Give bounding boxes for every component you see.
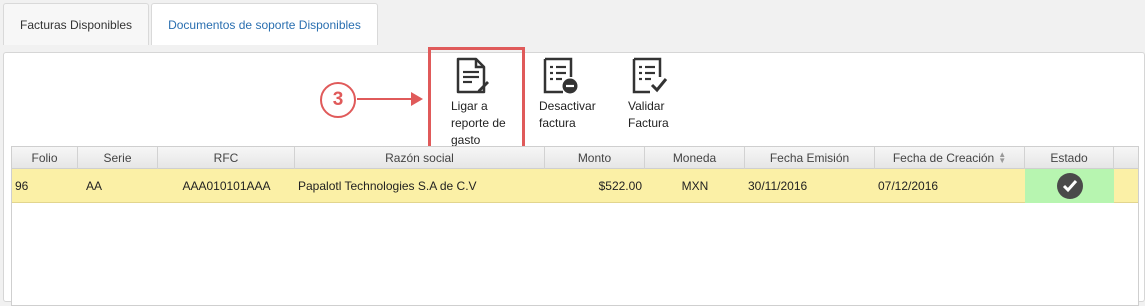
tab-documentos-soporte[interactable]: Documentos de soporte Disponibles [151,3,378,45]
cell-fecha-creacion: 07/12/2016 [878,179,939,193]
column-header-folio[interactable]: Folio [12,147,78,169]
column-header-estado[interactable]: Estado [1025,147,1114,169]
cell-serie: AA [86,179,103,193]
step-badge: 3 [320,82,356,118]
cell-estado [1025,169,1114,203]
cell-moneda: MXN [681,179,709,193]
annotation-arrow-line [357,98,415,100]
column-header-serie[interactable]: Serie [78,147,158,169]
link-report-label-1: Ligar a [451,99,488,113]
cell-folio: 96 [15,179,29,193]
tab-bar: Facturas Disponibles Documentos de sopor… [3,3,380,45]
column-header-razon-social[interactable]: Razón social [295,147,545,169]
table-row[interactable]: 96 AA AAA010101AAA Papalotl Technologies… [12,169,1138,203]
tab-facturas-disponibles[interactable]: Facturas Disponibles [3,3,150,45]
column-header-fecha-emision[interactable]: Fecha Emisión [745,147,875,169]
column-header-rfc[interactable]: RFC [158,147,295,169]
document-minus-icon [541,57,596,95]
link-report-label-2: reporte de [451,116,506,130]
link-to-expense-report-button[interactable]: Ligar a reporte de gasto [451,57,506,149]
column-header-moneda[interactable]: Moneda [645,147,745,169]
annotation-arrow-head [411,92,423,106]
deactivate-label-2: factura [539,116,576,130]
sort-icon: ▲ ▼ [998,150,1007,165]
column-header-monto[interactable]: Monto [545,147,645,169]
cell-fecha-emision: 30/11/2016 [748,179,808,193]
grid-header: Folio Serie RFC Razón social Monto Moned… [12,147,1138,169]
document-edit-icon [454,57,506,95]
tab-panel: 3 Ligar a reporte de gasto Desactivar fa… [3,47,1145,306]
deactivate-label-1: Desactivar [539,99,596,113]
column-header-fecha-creacion[interactable]: Fecha de Creación ▲ ▼ [875,147,1025,169]
document-check-icon [630,57,669,95]
validate-label-2: Factura [628,116,669,130]
fecha-creacion-label: Fecha de Creación [892,151,995,165]
cell-rfc: AAA010101AAA [182,179,271,193]
validate-label-1: Validar [628,99,665,113]
cell-monto: $522.00 [598,179,642,193]
checkmark-icon [1056,173,1083,199]
invoices-grid: Folio Serie RFC Razón social Monto Moned… [11,146,1139,306]
cell-razon-social: Papalotl Technologies S.A de C.V [298,179,477,193]
deactivate-invoice-button[interactable]: Desactivar factura [539,57,596,132]
validate-invoice-button[interactable]: Validar Factura [628,57,669,132]
